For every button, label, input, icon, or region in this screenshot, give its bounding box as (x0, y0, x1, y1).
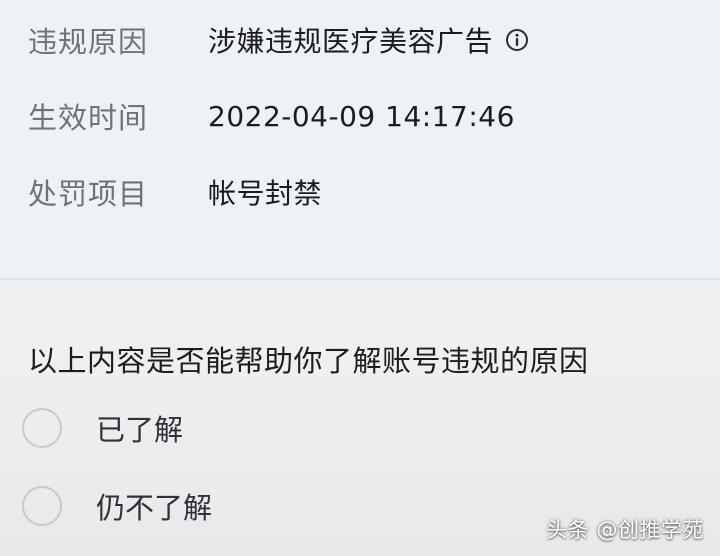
survey-option-not-understood[interactable]: 仍不了解 (22, 482, 212, 530)
violation-info-card: 违规原因 涉嫌违规医疗美容广告 生效时间 2022-04-09 14:17:46… (0, 0, 720, 278)
violation-reason-value: 涉嫌违规医疗美容广告 (208, 25, 494, 58)
penalty-label: 处罚项目 (28, 177, 149, 211)
penalty-value: 帐号封禁 (208, 177, 323, 210)
effective-time-value: 2022-04-09 14:17:46 (208, 99, 515, 133)
radio-button[interactable] (22, 408, 62, 448)
radio-button[interactable] (22, 486, 62, 526)
survey-option-label: 仍不了解 (96, 491, 213, 525)
violation-reason-row: 违规原因 涉嫌违规医疗美容广告 (28, 20, 529, 60)
info-circle-icon[interactable] (505, 28, 529, 52)
survey-option-understood[interactable]: 已了解 (22, 404, 183, 452)
violation-reason-label: 违规原因 (28, 25, 149, 59)
penalty-row: 处罚项目 帐号封禁 (28, 172, 322, 212)
survey-question: 以上内容是否能帮助你了解账号违规的原因 (28, 344, 589, 378)
watermark: 头条 @创推学苑 (546, 518, 704, 542)
survey-option-label: 已了解 (96, 413, 184, 447)
effective-time-row: 生效时间 2022-04-09 14:17:46 (28, 96, 515, 136)
effective-time-label: 生效时间 (28, 101, 149, 135)
